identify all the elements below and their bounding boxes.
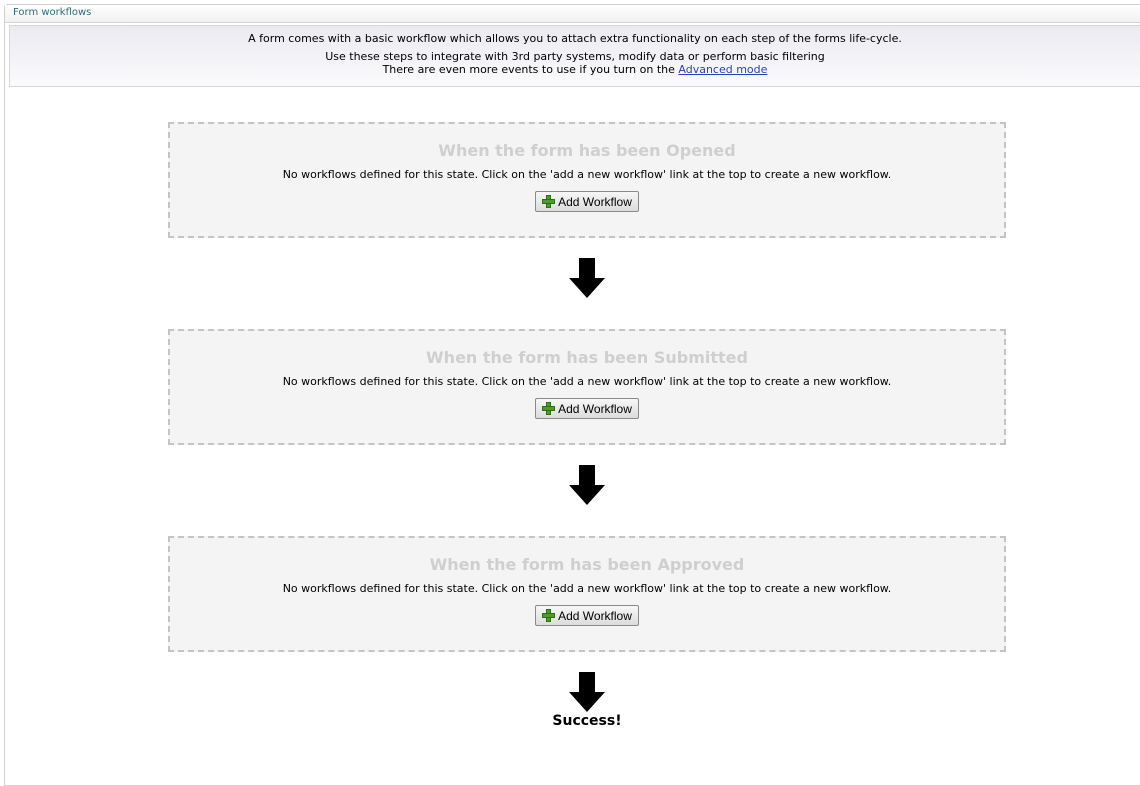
add-workflow-button[interactable]: Add Workflow [535, 191, 639, 212]
intro-line-3: There are even more events to use if you… [10, 63, 1140, 76]
add-workflow-label: Add Workflow [558, 401, 632, 416]
success-label: Success! [552, 713, 622, 729]
panel-title: Form workflows [5, 5, 1140, 23]
state-message: No workflows defined for this state. Cli… [282, 168, 892, 181]
arrow-down-icon [569, 465, 605, 505]
intro-box: A form comes with a basic workflow which… [9, 25, 1140, 87]
state-approved: When the form has been Approved No workf… [168, 536, 1006, 652]
state-title: When the form has been Submitted [426, 348, 748, 367]
intro-line-3-text: There are even more events to use if you… [382, 63, 675, 76]
state-title: When the form has been Opened [438, 141, 736, 160]
add-workflow-label: Add Workflow [558, 608, 632, 623]
arrow-down-icon [569, 258, 605, 298]
add-workflow-button[interactable]: Add Workflow [535, 398, 639, 419]
intro-line-1: A form comes with a basic workflow which… [248, 32, 902, 45]
plus-icon [542, 402, 556, 415]
plus-icon [542, 609, 556, 622]
arrow-down-icon [569, 672, 605, 712]
state-title: When the form has been Approved [429, 555, 745, 574]
advanced-mode-link[interactable]: Advanced mode [678, 63, 767, 76]
state-message: No workflows defined for this state. Cli… [282, 582, 892, 595]
add-workflow-label: Add Workflow [558, 194, 632, 209]
add-workflow-button[interactable]: Add Workflow [535, 605, 639, 626]
state-message: No workflows defined for this state. Cli… [282, 375, 892, 388]
state-submitted: When the form has been Submitted No work… [168, 329, 1006, 445]
state-opened: When the form has been Opened No workflo… [168, 122, 1006, 238]
plus-icon [542, 195, 556, 208]
intro-line-2: Use these steps to integrate with 3rd pa… [325, 50, 825, 63]
